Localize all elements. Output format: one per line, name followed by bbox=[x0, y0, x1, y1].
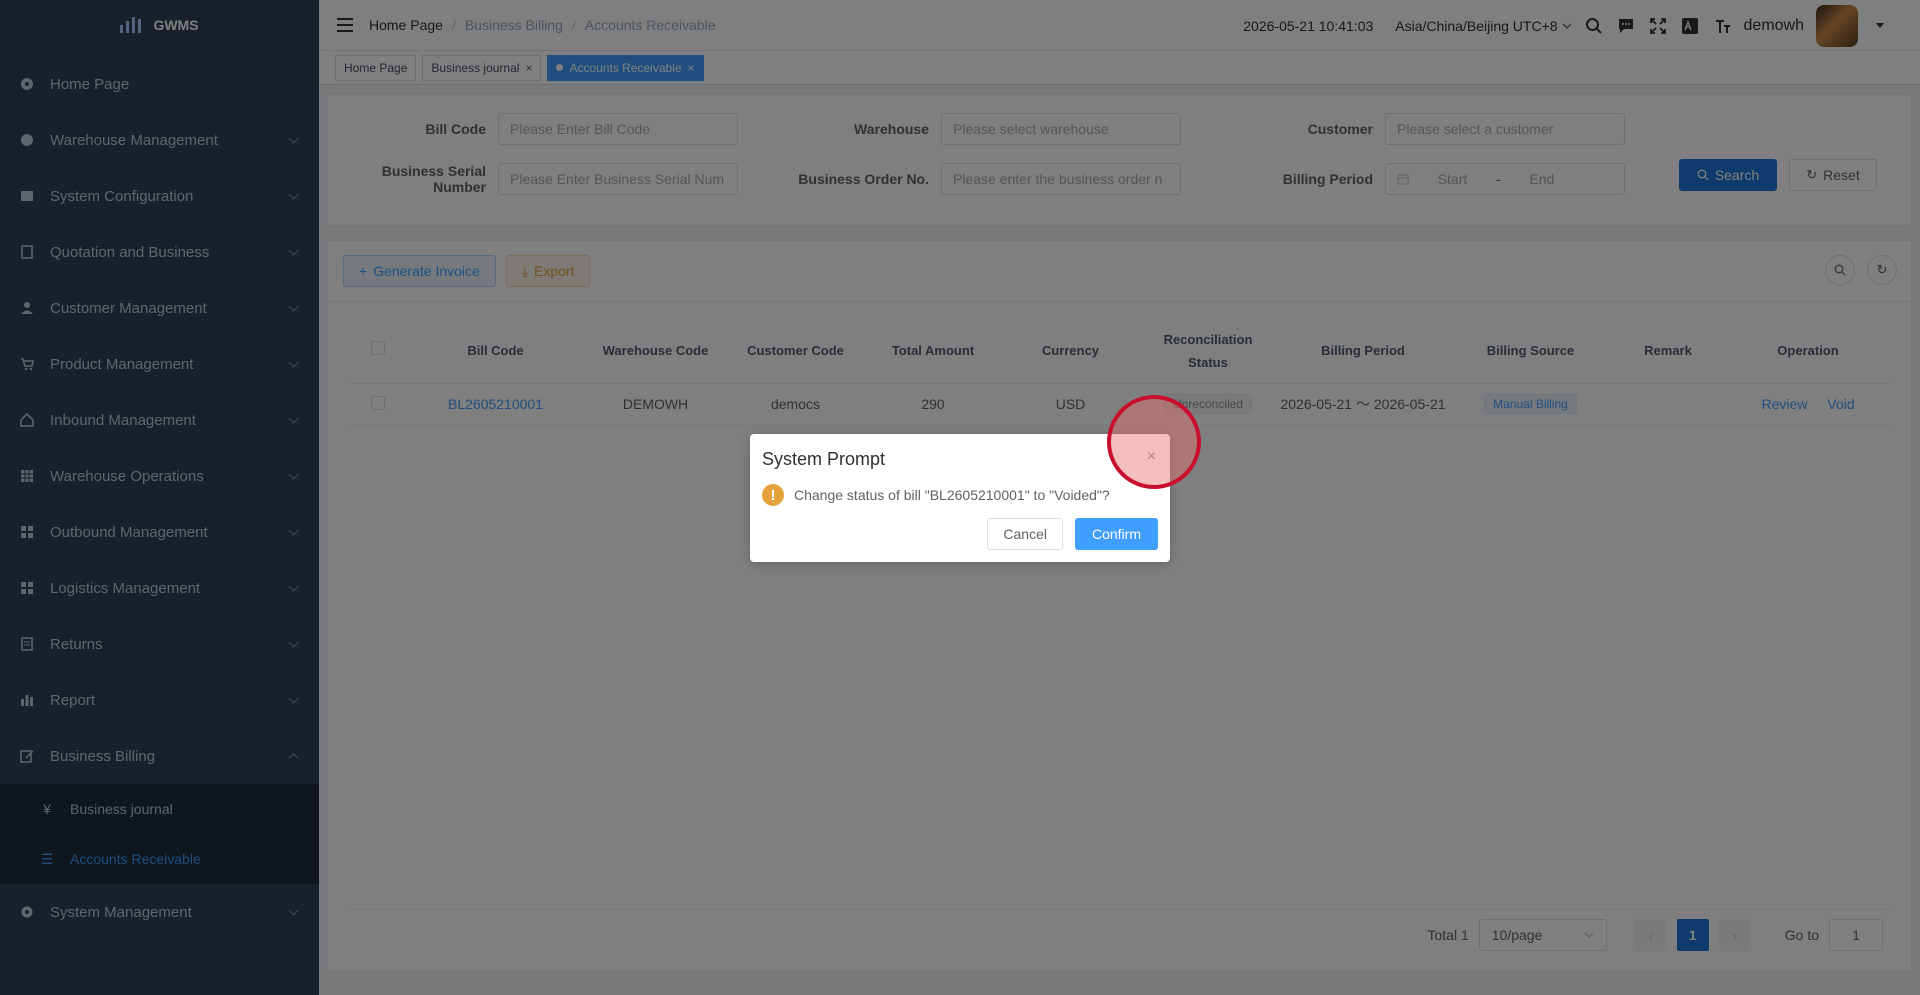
warning-icon: ! bbox=[762, 484, 784, 506]
click-indicator bbox=[1107, 395, 1201, 489]
cancel-button[interactable]: Cancel bbox=[987, 518, 1063, 550]
confirm-dialog: System Prompt × ! Change status of bill … bbox=[750, 434, 1170, 562]
dialog-title: System Prompt bbox=[762, 449, 886, 469]
dialog-message: Change status of bill "BL2605210001" to … bbox=[794, 487, 1110, 503]
confirm-button[interactable]: Confirm bbox=[1074, 518, 1158, 550]
